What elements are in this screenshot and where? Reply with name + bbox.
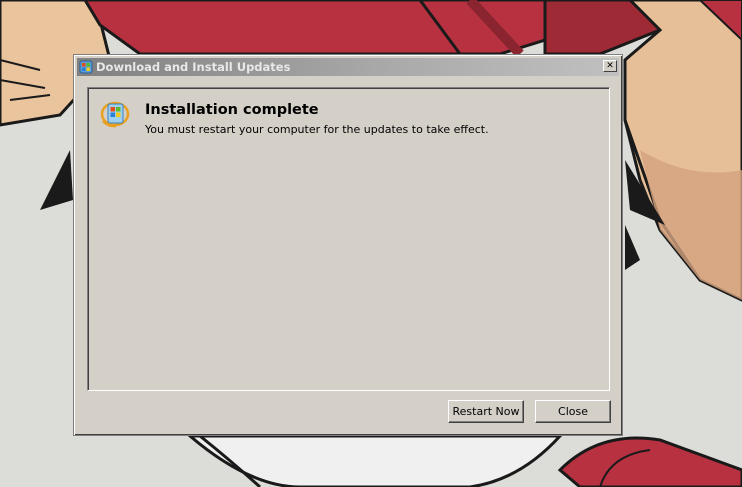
status-message: You must restart your computer for the u… [145,123,489,136]
title-bar[interactable]: Download and Install Updates ✕ [77,58,619,76]
windows-update-icon [100,99,130,129]
update-dialog: Download and Install Updates ✕ Installat… [73,54,623,436]
window-title: Download and Install Updates [96,60,291,74]
close-icon: ✕ [606,61,614,71]
restart-now-button[interactable]: Restart Now [448,400,524,423]
close-button[interactable]: Close [535,400,611,423]
status-heading: Installation complete [145,102,319,118]
close-window-button[interactable]: ✕ [603,60,617,72]
windows-update-icon [79,60,93,74]
content-panel: Installation complete You must restart y… [87,87,610,391]
